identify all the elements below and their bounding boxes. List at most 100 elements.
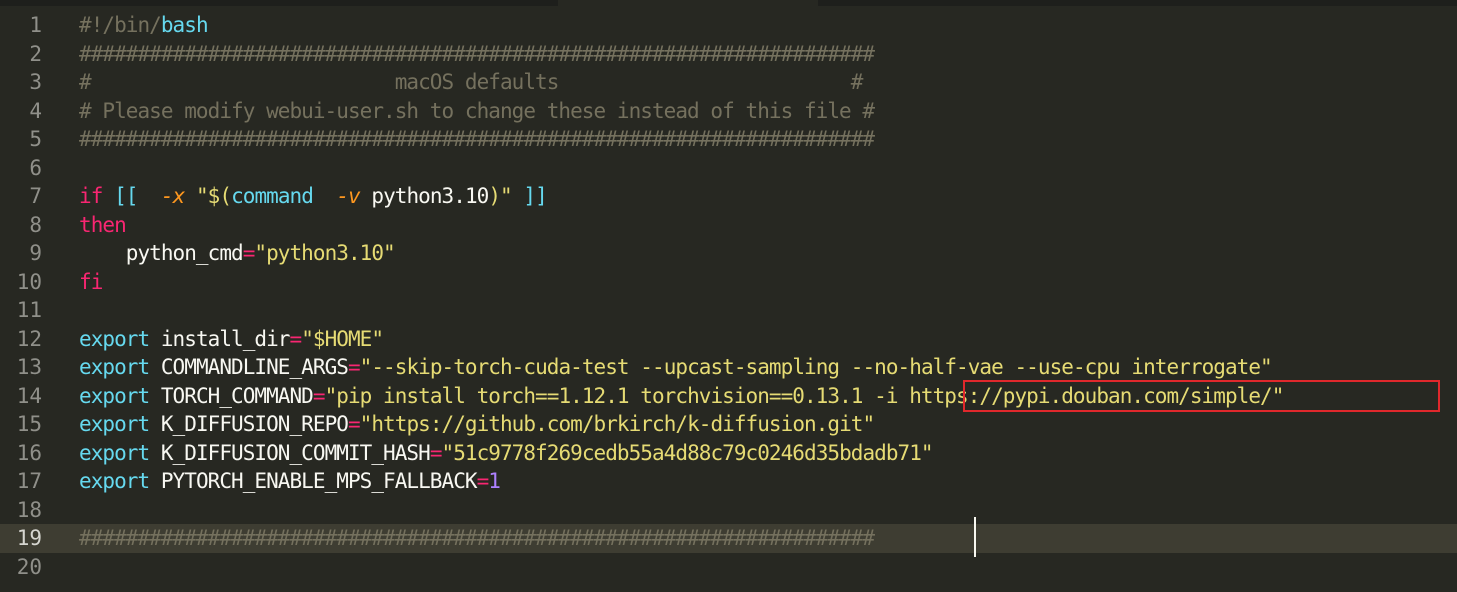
line-number: 1: [29, 13, 42, 37]
tab-right[interactable]: [818, 0, 1457, 6]
code-token: -v: [336, 184, 360, 208]
code-editor[interactable]: 1 #!/bin/bash 2 ###########################…: [0, 11, 1457, 581]
line-number: 9: [29, 241, 42, 265]
code-line-6[interactable]: 6: [0, 154, 1457, 183]
line-code[interactable]: export install_dir="$HOME": [79, 325, 384, 354]
line-number: 14: [16, 383, 42, 408]
code-token: export: [79, 383, 150, 408]
code-token: TORCH_COMMAND: [149, 383, 314, 408]
code-token: "$(: [195, 184, 232, 208]
code-line-19[interactable]: 19 ######################################…: [0, 524, 1457, 553]
line-number: 12: [16, 326, 42, 351]
code-line-11[interactable]: 11: [0, 296, 1457, 325]
line-number: 6: [29, 155, 42, 180]
code-line-18[interactable]: 18: [0, 496, 1457, 525]
line-code[interactable]: if [[ -x "$(command -v python3.10)" ]]: [79, 182, 548, 211]
code-token: export: [79, 326, 150, 351]
line-code[interactable]: #!/bin/bash: [79, 11, 209, 40]
line-code[interactable]: export K_DIFFUSION_REPO="https://github.…: [79, 410, 875, 439]
code-token: -x: [160, 184, 185, 208]
code-token: python3.10: [359, 184, 489, 208]
code-line-10[interactable]: 10 fi: [0, 268, 1457, 297]
code-token: "$HOME": [301, 326, 384, 351]
code-token: COMMANDLINE_ARGS: [149, 355, 349, 379]
code-line-15[interactable]: 15 export K_DIFFUSION_REPO="https://githu…: [0, 410, 1457, 439]
code-line-9[interactable]: 9 python_cmd="python3.10": [0, 239, 1457, 268]
text-cursor: [974, 517, 976, 557]
line-number: 3: [29, 70, 42, 94]
code-token: ########################################…: [79, 526, 875, 550]
code-token: bash: [160, 13, 209, 37]
line-number: 16: [16, 440, 42, 465]
code-token: =: [347, 412, 361, 436]
code-token: ]]: [523, 184, 547, 208]
line-number: 7: [29, 184, 42, 208]
code-line-3[interactable]: 3 # macOS defaults #: [0, 68, 1457, 97]
line-code[interactable]: fi: [79, 268, 103, 297]
code-token: =: [429, 440, 443, 465]
line-code[interactable]: # Please modify webui-user.sh to change …: [79, 97, 875, 126]
tab-left[interactable]: [0, 0, 558, 6]
code-line-7[interactable]: 7 if [[ -x "$(command -v python3.10)" ]]: [0, 182, 1457, 211]
code-token: =: [242, 241, 256, 265]
line-code[interactable]: export COMMANDLINE_ARGS="--skip-torch-cu…: [79, 353, 1273, 382]
code-token: 1: [488, 469, 501, 493]
line-number: 8: [29, 212, 42, 237]
code-token: "51c9778f269cedb55a4d88c79c0246d35bdadb7…: [441, 440, 934, 465]
code-token: python_cmd: [79, 241, 244, 265]
line-code[interactable]: # macOS defaults #: [79, 68, 863, 97]
code-token: =: [347, 355, 361, 379]
code-token: # macOS defaults #: [79, 70, 863, 94]
code-token: export: [79, 412, 150, 436]
code-token: ########################################…: [79, 41, 875, 66]
code-line-1[interactable]: 1 #!/bin/bash: [0, 11, 1457, 40]
line-code[interactable]: ########################################…: [79, 125, 875, 154]
code-line-4[interactable]: 4 # Please modify webui-user.sh to change…: [0, 97, 1457, 126]
highlight-annotation-box: [963, 380, 1440, 412]
code-token: export: [79, 440, 150, 465]
code-token: fi: [79, 269, 103, 294]
code-line-8[interactable]: 8 then: [0, 211, 1457, 240]
line-code[interactable]: then: [79, 211, 127, 240]
code-line-16[interactable]: 16 export K_DIFFUSION_COMMIT_HASH="51c977…: [0, 439, 1457, 468]
code-token: =: [289, 326, 303, 351]
code-token: export: [79, 469, 150, 493]
code-token: # Please modify webui-user.sh to change …: [79, 98, 875, 123]
line-code[interactable]: export K_DIFFUSION_COMMIT_HASH="51c9778f…: [79, 439, 934, 468]
line-number: 18: [16, 497, 42, 522]
code-line-5[interactable]: 5 #######################################…: [0, 125, 1457, 154]
line-code[interactable]: ########################################…: [79, 524, 875, 553]
code-line-20[interactable]: 20: [0, 553, 1457, 582]
line-code[interactable]: ########################################…: [79, 40, 875, 69]
code-line-13[interactable]: 13 export COMMANDLINE_ARGS="--skip-torch-…: [0, 353, 1457, 382]
code-line-17[interactable]: 17 export PYTORCH_ENABLE_MPS_FALLBACK=1: [0, 467, 1457, 496]
code-token: [[: [114, 184, 138, 208]
code-token: =: [476, 469, 490, 493]
tab-strip: [0, 0, 1457, 8]
line-number: 15: [16, 412, 42, 436]
line-number: 4: [29, 98, 42, 123]
line-number: 20: [16, 554, 42, 579]
line-number: 10: [16, 269, 42, 294]
code-token: =: [312, 383, 326, 408]
code-token: export: [79, 355, 150, 379]
line-number: 2: [29, 41, 42, 66]
code-token: PYTORCH_ENABLE_MPS_FALLBACK: [149, 469, 478, 493]
code-token: "https://github.com/brkirch/k-diffusion.…: [359, 412, 875, 436]
code-token: ########################################…: [79, 127, 875, 151]
code-token: if: [79, 184, 103, 208]
line-number: 13: [16, 355, 42, 379]
code-token: "python3.10": [254, 241, 395, 265]
code-token: )": [488, 184, 512, 208]
code-line-12[interactable]: 12 export install_dir="$HOME": [0, 325, 1457, 354]
code-token: "--skip-torch-cuda-test --upcast-samplin…: [359, 355, 1273, 379]
code-line-2[interactable]: 2 #######################################…: [0, 40, 1457, 69]
code-token: K_DIFFUSION_COMMIT_HASH: [149, 440, 431, 465]
code-token: command: [231, 184, 314, 208]
line-code[interactable]: python_cmd="python3.10": [79, 239, 396, 268]
line-code[interactable]: export PYTORCH_ENABLE_MPS_FALLBACK=1: [79, 467, 501, 496]
